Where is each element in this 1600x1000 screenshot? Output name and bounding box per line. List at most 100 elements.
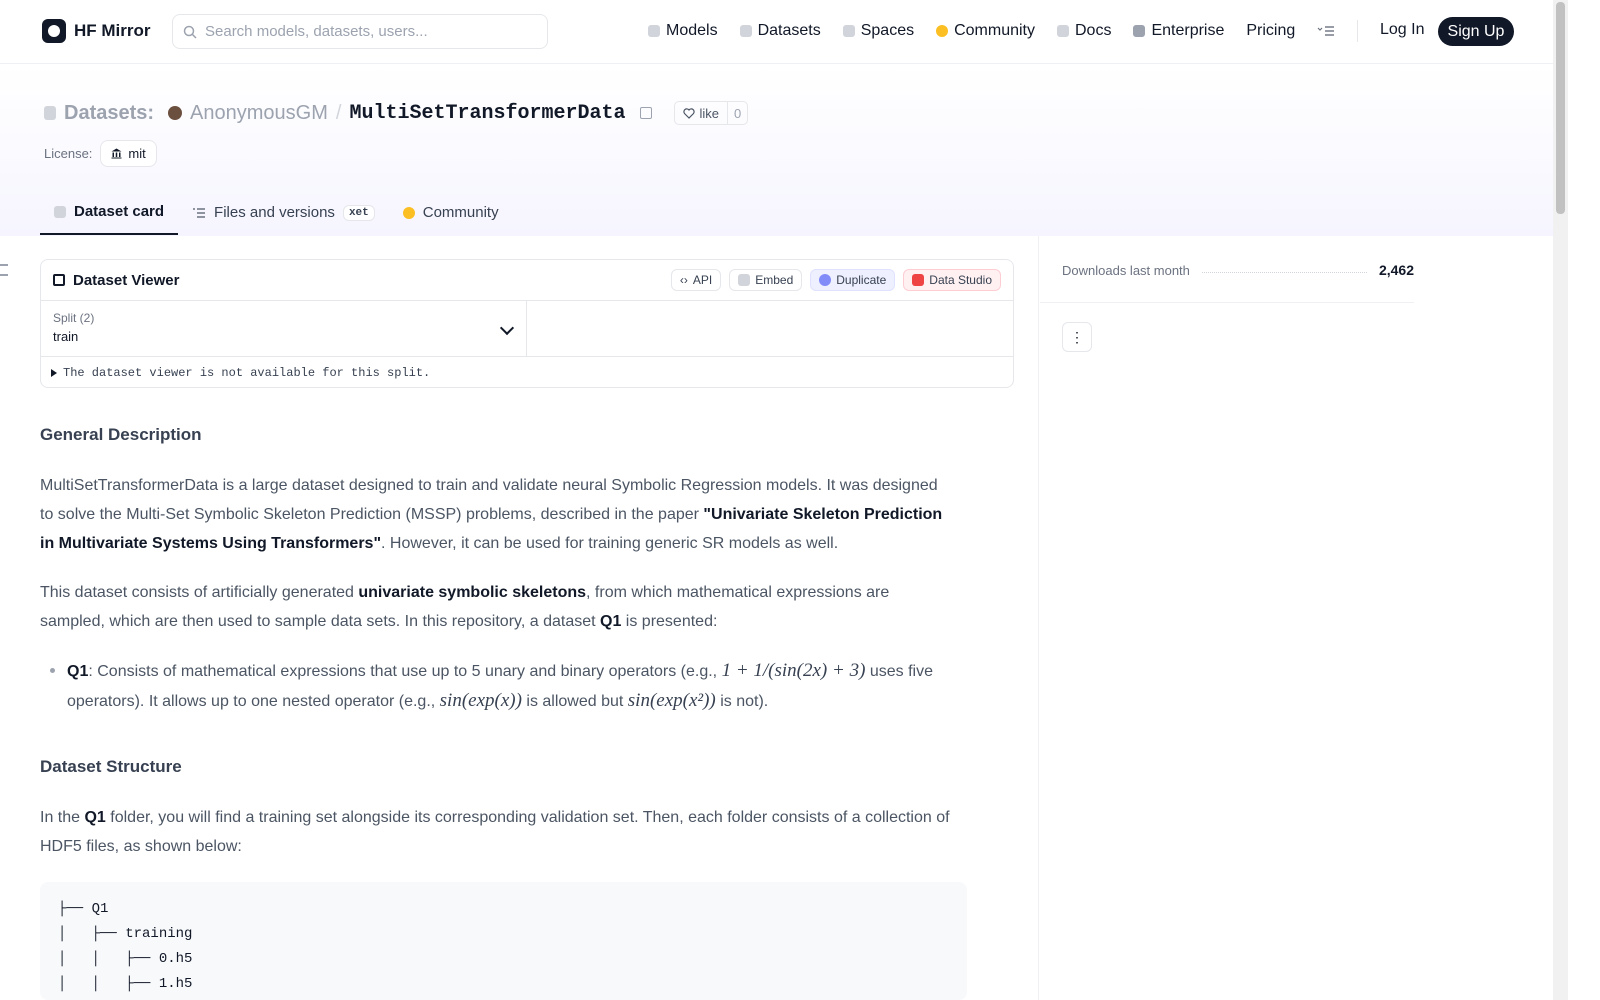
search-input[interactable]: [205, 23, 525, 40]
license-chip[interactable]: mit: [100, 140, 157, 167]
viewer-note-text: The dataset viewer is not available for …: [63, 365, 431, 380]
p2-tail: is presented:: [621, 613, 718, 630]
toc-toggle-icon[interactable]: [0, 264, 8, 276]
viewer-actions: ‹› API Embed Duplicate Data Studio: [670, 269, 1001, 291]
bullet-part3: is allowed but: [521, 693, 628, 710]
math-example-2: sin(exp(x)): [439, 690, 522, 711]
kebab-icon: ⋮: [1070, 328, 1084, 345]
downloads-label: Downloads last month: [1062, 262, 1190, 278]
paragraph-skeletons: This dataset consists of artificially ge…: [40, 578, 950, 636]
community-tab-icon: [402, 206, 415, 219]
copy-icon[interactable]: [639, 107, 652, 119]
dataset-card-icon: [54, 205, 66, 218]
api-button[interactable]: ‹› API: [670, 269, 722, 291]
sidebar-divider: [1038, 236, 1039, 1000]
license-label: License:: [44, 146, 93, 161]
models-icon: [648, 25, 660, 37]
disclosure-triangle-icon: [51, 368, 57, 377]
brand[interactable]: HF Mirror: [42, 19, 151, 43]
license-value: mit: [128, 146, 146, 161]
page-scrollbar[interactable]: [1553, 0, 1568, 1000]
owner-avatar[interactable]: [168, 106, 183, 120]
paragraph-structure: In the Q1 folder, you will find a traini…: [40, 803, 950, 861]
viewer-title: Dataset Viewer: [73, 271, 180, 289]
nav-docs-label: Docs: [1075, 22, 1112, 39]
downloads-leader: [1201, 267, 1367, 273]
menu-icon: [1317, 26, 1335, 36]
repo-name[interactable]: MultiSetTransformerData: [349, 102, 625, 125]
bullet-q1: Q1: [67, 663, 89, 680]
table-icon: [53, 274, 65, 286]
data-studio-button[interactable]: Data Studio: [903, 269, 1001, 291]
tab-files-label: Files and versions: [214, 204, 335, 221]
heading-dataset-structure: Dataset Structure: [40, 757, 182, 776]
signup-button[interactable]: Sign Up: [1438, 17, 1514, 46]
viewer-unavailable-note[interactable]: The dataset viewer is not available for …: [41, 357, 1013, 388]
split-select[interactable]: Split (2) train: [41, 301, 527, 356]
nav-datasets[interactable]: Datasets: [739, 22, 821, 40]
brand-name: HF Mirror: [74, 21, 151, 40]
like-label-wrap: like: [675, 102, 728, 124]
path-separator: /: [335, 101, 342, 124]
nav-spaces-label: Spaces: [860, 22, 915, 39]
bullet: [50, 668, 55, 673]
heart-icon: [682, 107, 695, 119]
nav-more-menu[interactable]: [1317, 25, 1335, 37]
sidebar-rule: [1040, 302, 1414, 303]
tab-community[interactable]: Community: [389, 190, 513, 235]
nav-docs[interactable]: Docs: [1057, 22, 1111, 40]
search-box[interactable]: [172, 14, 548, 49]
p3-text: In the: [40, 809, 85, 826]
top-nav: HF Mirror Models Datasets Spaces Communi…: [0, 0, 1568, 64]
docs-icon: [1057, 25, 1069, 37]
nav-enterprise[interactable]: Enterprise: [1133, 22, 1224, 40]
dataset-viewer: Dataset Viewer ‹› API Embed Duplicate Dat…: [40, 259, 1014, 388]
bullet-part1: : Consists of mathematical expressions t…: [88, 663, 722, 680]
community-icon: [936, 25, 949, 37]
nav-datasets-label: Datasets: [757, 22, 821, 39]
nav-links: Models Datasets Spaces Community Docs En…: [648, 20, 1359, 42]
repo-tabs: Dataset card Files and versions xet Comm…: [40, 190, 513, 235]
duplicate-button[interactable]: Duplicate: [810, 269, 896, 291]
embed-icon: [738, 274, 751, 286]
p3-tail: folder, you will find a training set alo…: [40, 809, 950, 855]
hf-logo-icon: [42, 19, 66, 43]
downloads-value: 2,462: [1378, 262, 1414, 278]
nav-enterprise-label: Enterprise: [1151, 22, 1225, 39]
owner-link[interactable]: AnonymousGM: [190, 102, 328, 125]
p2-text: This dataset consists of artificially ge…: [40, 584, 359, 601]
license-row: License: mit: [44, 140, 157, 167]
nav-pricing[interactable]: Pricing: [1246, 22, 1295, 40]
tab-files-and-versions[interactable]: Files and versions xet: [178, 190, 389, 235]
math-example-3: sin(exp(x²)): [627, 690, 716, 711]
tab-dataset-card-label: Dataset card: [74, 203, 165, 220]
files-icon: [193, 207, 206, 218]
bullet-text: Q1: Consists of mathematical expressions…: [67, 656, 950, 716]
nav-models[interactable]: Models: [648, 22, 718, 40]
like-button[interactable]: like 0: [673, 101, 749, 125]
scrollbar-thumb[interactable]: [1556, 2, 1565, 214]
tab-dataset-card[interactable]: Dataset card: [40, 190, 179, 235]
like-count: 0: [727, 102, 747, 124]
like-label: like: [699, 105, 720, 121]
nav-divider: [1357, 20, 1359, 42]
nav-pricing-label: Pricing: [1246, 22, 1296, 39]
dataset-card-content: General Description MultiSetTransformerD…: [40, 420, 950, 881]
p2-q1: Q1: [600, 613, 622, 630]
datasets-icon: [739, 25, 752, 37]
nav-models-label: Models: [666, 22, 718, 39]
paragraph-description: MultiSetTransformerData is a large datas…: [40, 471, 950, 558]
dataset-icon: [44, 106, 56, 120]
nav-community[interactable]: Community: [936, 22, 1035, 40]
embed-button[interactable]: Embed: [729, 269, 803, 291]
split-label: Split (2): [53, 311, 95, 325]
p3-q1: Q1: [84, 809, 106, 826]
data-studio-label: Data Studio: [929, 273, 992, 287]
login-link[interactable]: Log In: [1380, 21, 1424, 39]
repo-type-label: Datasets:: [64, 101, 155, 124]
bullet-part4: is not).: [715, 693, 769, 710]
nav-spaces[interactable]: Spaces: [842, 22, 915, 40]
embed-label: Embed: [755, 273, 794, 287]
duplicate-label: Duplicate: [836, 273, 887, 287]
more-options-button[interactable]: ⋮: [1062, 322, 1092, 352]
